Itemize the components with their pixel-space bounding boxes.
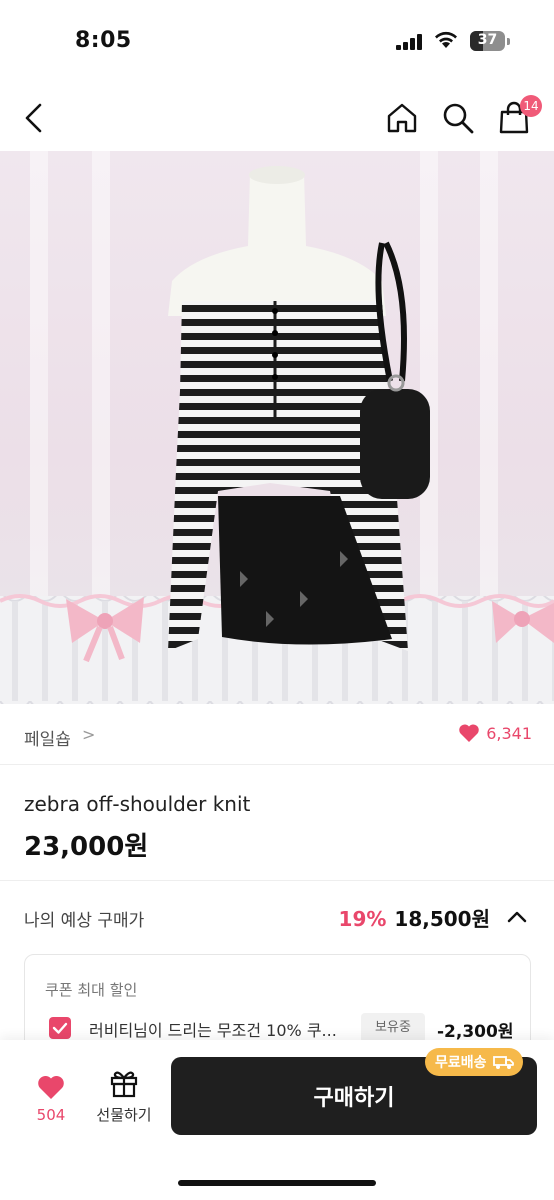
gift-icon: [110, 1071, 138, 1098]
coupon-owned-badge: 보유중: [361, 1013, 425, 1043]
home-button[interactable]: [382, 90, 422, 146]
cart-count-badge: 14: [520, 95, 542, 117]
gift-label: 선물하기: [96, 1106, 152, 1124]
product-photo: [0, 166, 554, 704]
coupon-checkbox[interactable]: [49, 1017, 71, 1039]
seller-name[interactable]: 페일숍: [24, 725, 71, 750]
section-divider: [0, 880, 554, 881]
battery-level-text: 37: [477, 32, 498, 48]
back-chevron-icon: [25, 103, 42, 133]
status-time: 8:05: [75, 28, 132, 53]
gift-button[interactable]: 선물하기: [92, 1068, 156, 1128]
cellular-signal-icon: [396, 34, 422, 50]
product-price: 23,000원: [24, 832, 149, 862]
likes-summary: 6,341: [458, 723, 532, 743]
wish-button[interactable]: 504: [28, 1072, 74, 1132]
heart-icon: [459, 724, 479, 742]
likes-count: 6,341: [486, 723, 532, 743]
coupon-amount: -2,300원: [437, 1022, 514, 1042]
search-button[interactable]: [438, 90, 478, 146]
top-nav-bar: [0, 90, 554, 146]
truck-icon: [492, 1056, 514, 1069]
wish-count: 504: [36, 1106, 66, 1124]
wifi-icon: [435, 31, 457, 48]
coupon-name: 러비티님이 드리는 무조건 10% 쿠...: [89, 1021, 337, 1040]
battery-indicator: 37: [470, 31, 510, 51]
estimated-price-row[interactable]: 나의 예상 구매가 19% 18,500원: [0, 882, 554, 952]
product-image-gallery[interactable]: [0, 151, 554, 704]
estimate-discount: 19%: [338, 907, 387, 931]
product-title: zebra off-shoulder knit: [24, 792, 251, 816]
chevron-up-icon[interactable]: [506, 906, 528, 928]
estimate-label: 나의 예상 구매가: [24, 911, 145, 931]
status-bar: 8:05 37: [0, 0, 554, 80]
free-shipping-label: 무료배송: [435, 1055, 487, 1071]
coupon-title: 쿠폰 최대 할인: [45, 981, 138, 999]
chevron-right-icon: >: [82, 725, 96, 744]
free-shipping-badge: 무료배송: [425, 1048, 523, 1076]
checkmark-icon: [52, 1022, 68, 1034]
search-icon: [443, 103, 474, 134]
back-button[interactable]: [14, 90, 54, 146]
estimate-price: 18,500원: [394, 907, 490, 931]
heart-icon: [38, 1075, 64, 1099]
home-indicator: [178, 1180, 376, 1186]
home-icon: [387, 103, 417, 133]
seller-row[interactable]: 페일숍 > 6,341: [0, 705, 554, 765]
